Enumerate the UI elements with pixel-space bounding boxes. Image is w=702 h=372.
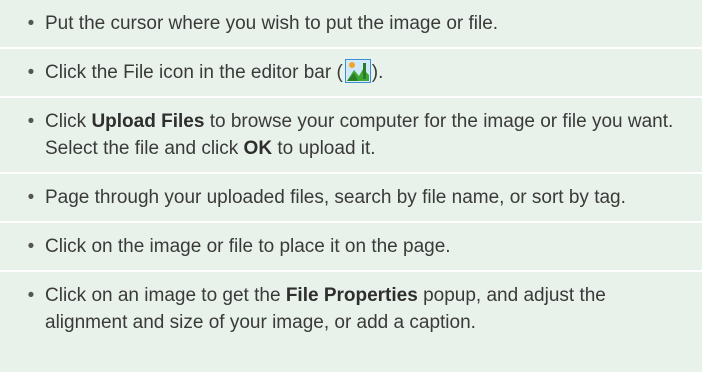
- list-item: • Put the cursor where you wish to put t…: [0, 0, 702, 49]
- instruction-text-after: ).: [371, 62, 384, 83]
- instruction-text: Page through your uploaded files, search…: [45, 187, 626, 208]
- ok-label: OK: [243, 138, 273, 159]
- list-item: • Click on an image to get the File Prop…: [0, 272, 702, 346]
- list-item: • Click on the image or file to place it…: [0, 223, 702, 272]
- list-item: • Page through your uploaded files, sear…: [0, 174, 702, 223]
- instruction-text: Put the cursor where you wish to put the…: [45, 13, 499, 34]
- instruction-text-before: Click the File icon in the editor bar (: [45, 62, 343, 83]
- list-item: • Click the File icon in the editor bar …: [0, 49, 702, 98]
- instruction-text-post: to upload it.: [272, 138, 376, 159]
- list-item: • Click Upload Files to browse your comp…: [0, 98, 702, 174]
- image-file-icon: [344, 58, 371, 83]
- file-properties-label: File Properties: [285, 285, 418, 306]
- bullet: •: [27, 13, 35, 34]
- instruction-text: Click on an image to get the File Proper…: [45, 285, 606, 333]
- instruction-text: Click on the image or file to place it o…: [45, 236, 451, 257]
- bullet: •: [27, 236, 35, 257]
- instruction-text-pre: Click: [45, 111, 92, 132]
- bullet: •: [27, 62, 35, 83]
- instruction-text-pre: Click on an image to get the: [45, 285, 286, 306]
- instruction-text: Click Upload Files to browse your comput…: [45, 111, 673, 159]
- bullet: •: [27, 285, 35, 306]
- upload-files-label: Upload Files: [91, 111, 205, 132]
- instruction-list: • Put the cursor where you wish to put t…: [0, 0, 702, 346]
- bullet: •: [27, 187, 35, 208]
- bullet: •: [27, 111, 35, 132]
- instruction-text: Click the File icon in the editor bar ( …: [45, 58, 384, 83]
